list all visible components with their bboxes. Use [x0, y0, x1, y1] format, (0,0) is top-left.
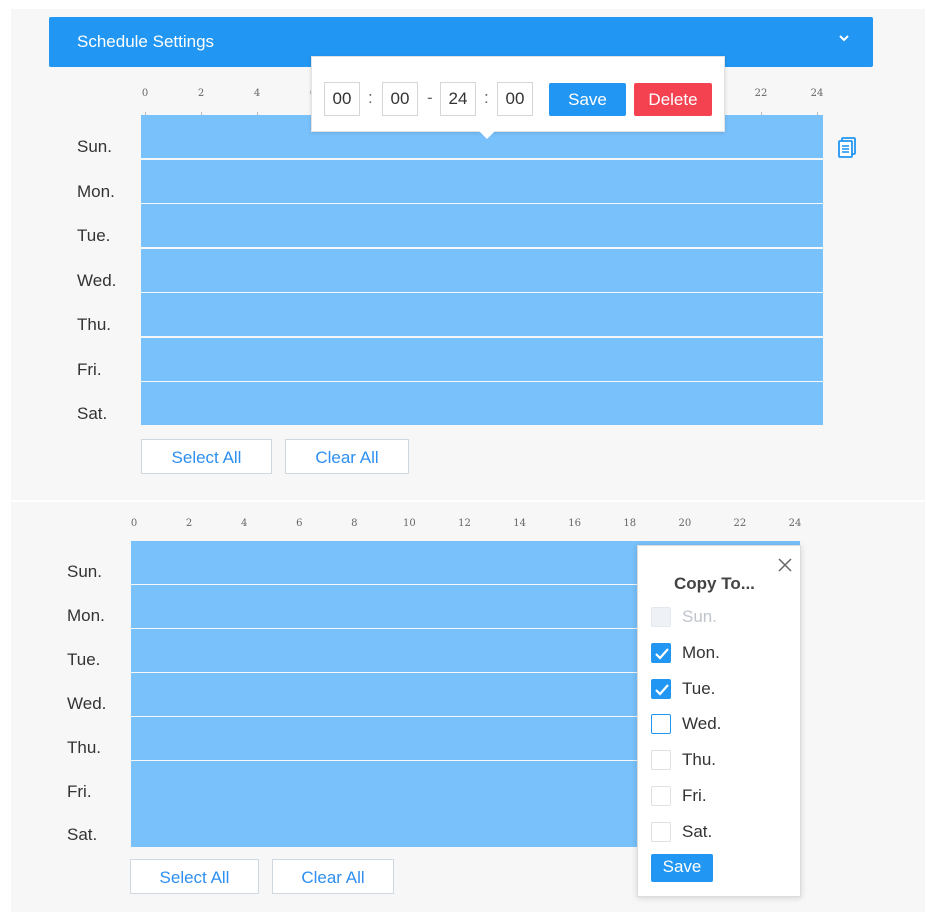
- day-label: Sun.: [67, 562, 102, 581]
- tick-label: 20: [678, 518, 692, 529]
- tick-label: 2: [197, 88, 205, 99]
- day-label: Tue.: [67, 649, 101, 669]
- day-label: Thu.: [77, 315, 112, 334]
- clear-all-button[interactable]: Clear All: [272, 859, 394, 894]
- schedule-row[interactable]: [141, 382, 823, 425]
- clear-all-button[interactable]: Clear All: [285, 439, 409, 474]
- checkbox[interactable]: [651, 678, 671, 699]
- start-minute-input[interactable]: 00: [382, 82, 418, 116]
- tick-label: 24: [788, 518, 802, 529]
- day-label: Sat.: [77, 404, 108, 423]
- tick-label: 0: [141, 88, 149, 99]
- tick-label: 24: [810, 88, 824, 99]
- tick-label: 10: [403, 518, 416, 529]
- select-all-button[interactable]: Select All: [130, 859, 259, 894]
- time-dash: -: [427, 88, 433, 107]
- end-minute-input[interactable]: 00: [497, 82, 533, 116]
- checkbox-label: Thu.: [682, 750, 717, 770]
- tick-label: 12: [458, 518, 471, 529]
- day-label: Sun.: [77, 137, 112, 156]
- checkbox[interactable]: [651, 821, 671, 842]
- checkbox-label: Sun.: [682, 607, 717, 626]
- copy-icon[interactable]: [837, 136, 857, 160]
- time-range-popup: 00 : 00 - 24 : 00 Save Delete: [311, 56, 725, 139]
- day-label: Wed.: [77, 270, 117, 290]
- time-save-button[interactable]: Save: [549, 83, 626, 116]
- tick-label: 8: [351, 518, 358, 529]
- day-label: Fri.: [77, 359, 102, 379]
- schedule-row[interactable]: [141, 204, 823, 247]
- checkbox-label: Tue.: [682, 678, 716, 698]
- tick-label: 22: [754, 88, 768, 99]
- tick-label: 22: [733, 518, 747, 529]
- checkbox[interactable]: [651, 786, 671, 806]
- checkbox-label: Sat.: [682, 821, 713, 841]
- schedule-row[interactable]: [141, 159, 823, 203]
- tick-label: 4: [253, 88, 261, 99]
- checkbox[interactable]: [651, 714, 671, 735]
- day-label: Mon.: [77, 181, 115, 201]
- day-label: Mon.: [67, 605, 105, 625]
- tick-label: 18: [623, 518, 637, 529]
- select-all-button[interactable]: Select All: [141, 439, 272, 474]
- schedule-row[interactable]: [141, 337, 823, 381]
- day-label: Thu.: [67, 737, 102, 757]
- checkbox-label: Fri.: [682, 786, 707, 805]
- tick-label: 4: [240, 518, 248, 529]
- start-hour-input[interactable]: 00: [324, 82, 360, 116]
- schedule-grid[interactable]: [141, 115, 823, 426]
- end-hour-input[interactable]: 24: [440, 82, 476, 116]
- schedule-row[interactable]: [141, 248, 823, 292]
- day-label: Wed.: [67, 693, 107, 713]
- day-label: Tue.: [77, 226, 111, 245]
- time-colon: :: [484, 88, 489, 107]
- day-label: Sat.: [67, 825, 98, 845]
- day-label: Fri.: [67, 781, 92, 801]
- checkbox-label: Mon.: [682, 642, 720, 662]
- chevron-down-icon[interactable]: [839, 33, 849, 43]
- checkbox[interactable]: [651, 750, 671, 771]
- delete-button[interactable]: Delete: [634, 83, 712, 116]
- checkbox: [651, 607, 671, 627]
- schedule-row[interactable]: [141, 293, 823, 336]
- tick-label: 16: [568, 518, 582, 529]
- time-colon: :: [368, 88, 373, 107]
- checkbox-label: Wed.: [682, 714, 722, 734]
- header-title: Schedule Settings: [77, 32, 215, 51]
- copy-to-popup: Copy To... Sun. Mon. Tue. Wed. Thu. Fri. Sat. …: [637, 545, 801, 897]
- tick-label: 2: [185, 518, 193, 529]
- copy-to-title: Copy To...: [674, 574, 755, 593]
- tick-label: 0: [130, 518, 138, 529]
- checkbox[interactable]: [651, 642, 671, 663]
- tick-label: 6: [296, 518, 303, 529]
- tick-label: 14: [513, 518, 526, 529]
- close-icon[interactable]: [777, 557, 793, 573]
- popup-caret: [479, 131, 495, 139]
- copy-save-button[interactable]: Save: [651, 854, 713, 882]
